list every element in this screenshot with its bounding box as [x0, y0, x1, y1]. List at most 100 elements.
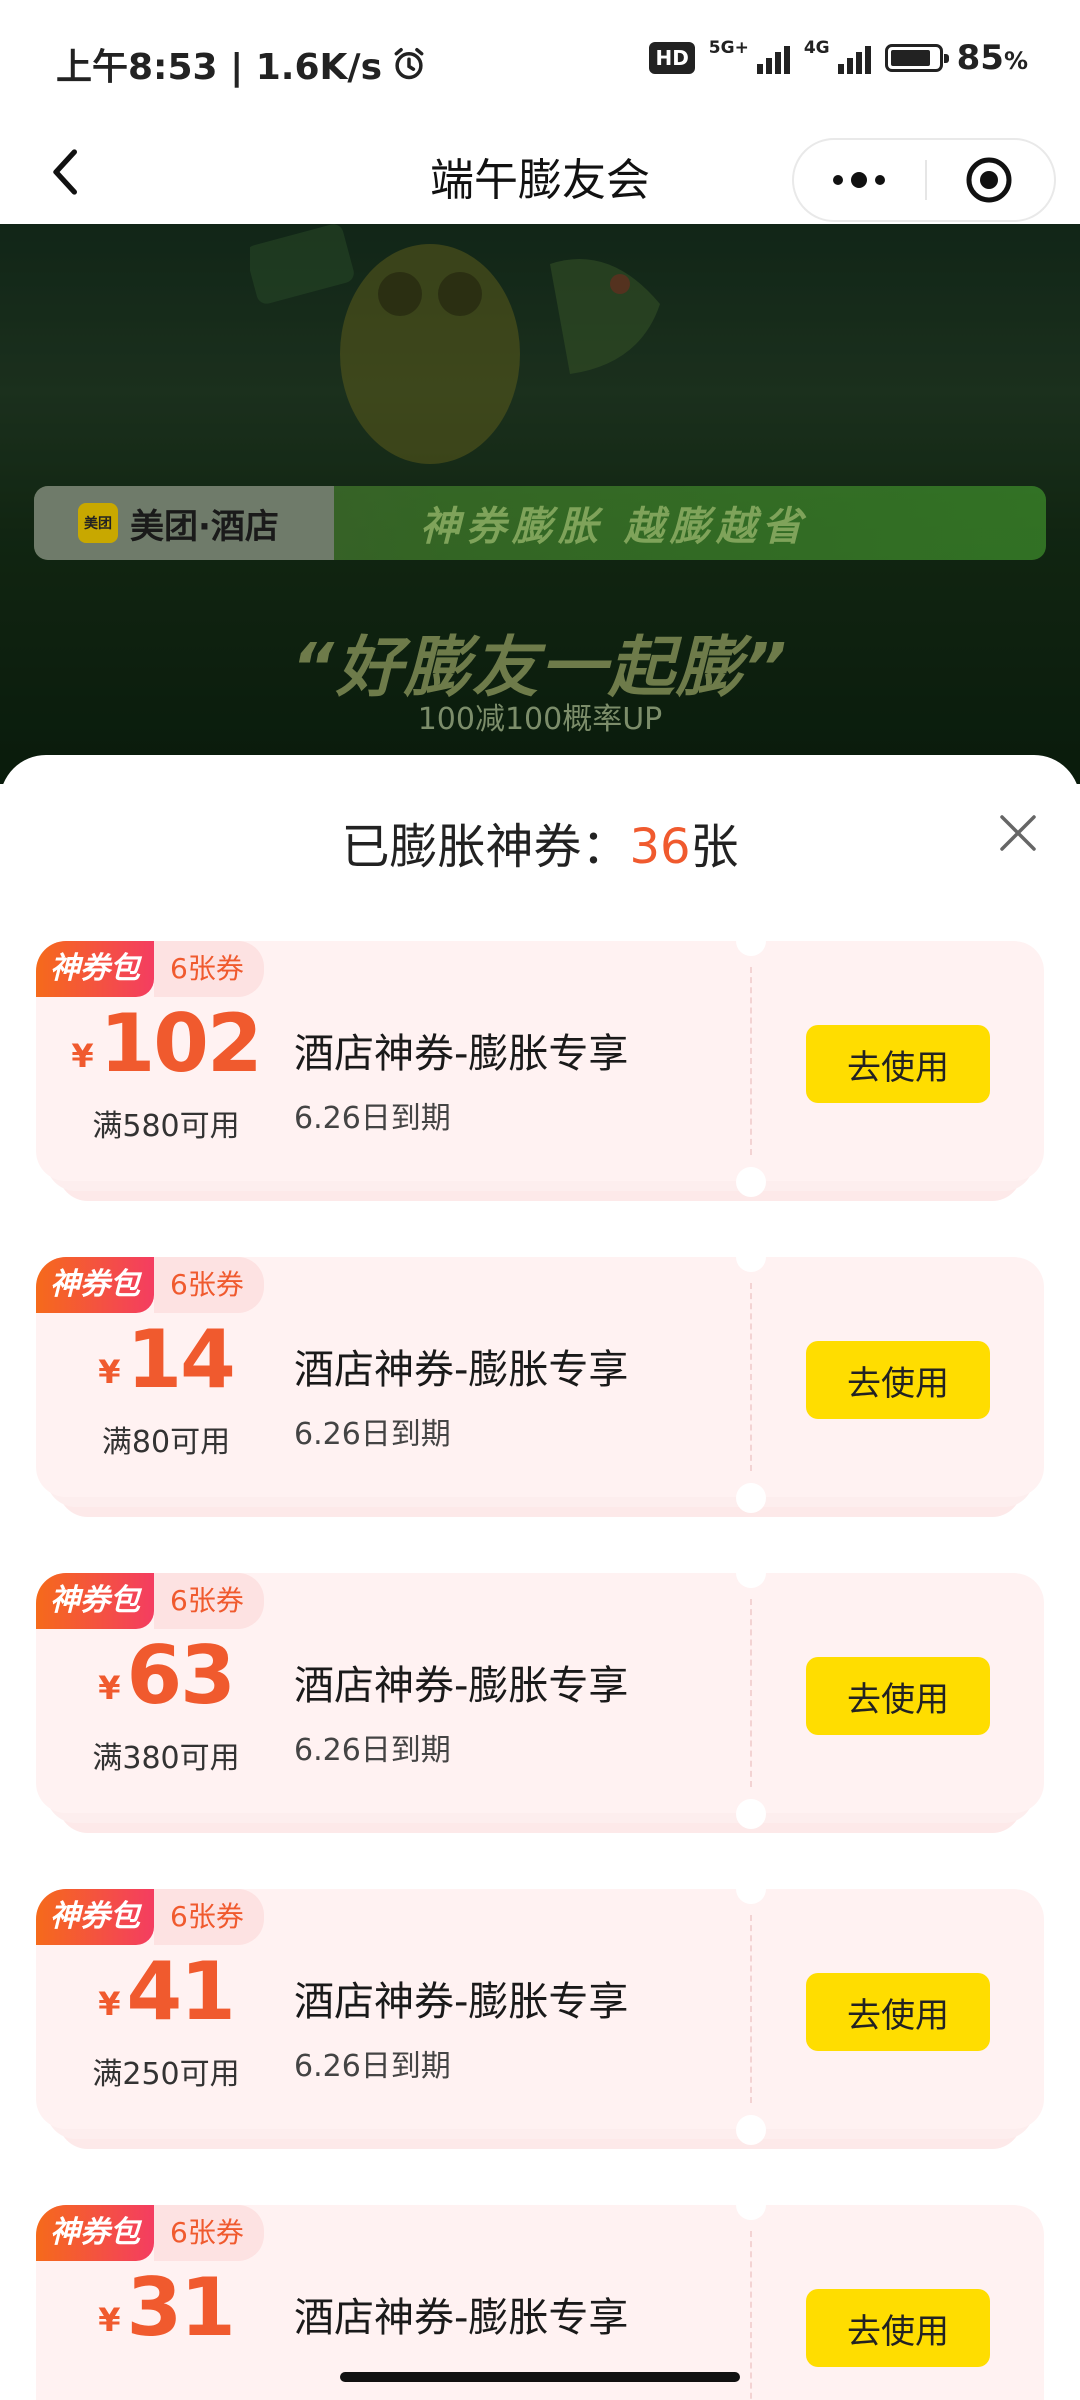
coupon-notch — [736, 1799, 766, 1829]
coupon-notch — [736, 2115, 766, 2145]
pack-tag: 神券包 6张券 — [36, 1257, 264, 1313]
coupon-sheet: 已膨胀神券：36张 神券包 6张券 ¥102 满580可用 酒店神券-膨胀专享 … — [0, 755, 1080, 2400]
use-coupon-button[interactable]: 去使用 — [806, 1025, 990, 1103]
amount-value: 14 — [126, 1313, 235, 1406]
coupon-divider — [750, 1283, 752, 1471]
coupon-title: 酒店神券-膨胀专享 — [294, 1979, 629, 2025]
pack-label: 神券包 — [36, 1889, 154, 1945]
mini-program-capsule — [792, 138, 1056, 222]
pack-label: 神券包 — [36, 2205, 154, 2261]
coupon-notch — [736, 1483, 766, 1513]
coupon-notch — [736, 1874, 766, 1904]
signal-5g-icon — [756, 42, 790, 74]
sheet-title: 已膨胀神券：36张 — [341, 819, 739, 875]
coupon-title: 酒店神券-膨胀专享 — [294, 1031, 629, 1077]
coupon-expiry: 6.26日到期 — [294, 1733, 451, 1768]
alarm-clock-icon — [390, 45, 428, 83]
coupon-amount: ¥63 — [46, 1629, 286, 1722]
signal-4g-icon — [837, 42, 871, 74]
close-x-icon — [1000, 815, 1036, 851]
coupon-condition: 满580可用 — [92, 1109, 240, 1144]
coupon-condition: 满250可用 — [92, 2057, 240, 2092]
coupon-expiry: 6.26日到期 — [294, 1417, 451, 1452]
currency-symbol: ¥ — [98, 1985, 121, 2023]
coupon-amount: ¥14 — [46, 1313, 286, 1406]
hd-badge: HD — [649, 42, 695, 74]
currency-symbol: ¥ — [98, 1669, 121, 1707]
brand-name: 美团·酒店 — [130, 506, 279, 547]
amount-value: 31 — [126, 2261, 235, 2354]
pack-label: 神券包 — [36, 1573, 154, 1629]
coupon-card: 神券包 6张券 ¥63 满380可用 酒店神券-膨胀专享 6.26日到期 去使用 — [36, 1558, 1044, 1853]
banner-subline: 100减100概率UP — [417, 702, 663, 737]
coupon-card: 神券包 6张券 ¥102 满580可用 酒店神券-膨胀专享 6.26日到期 去使… — [36, 926, 1044, 1221]
home-indicator[interactable] — [340, 2372, 740, 2382]
coupon-notch — [736, 1242, 766, 1272]
coupon-body: 神券包 6张券 ¥41 满250可用 酒店神券-膨胀专享 6.26日到期 去使用 — [36, 1874, 1044, 2145]
more-button[interactable] — [794, 140, 924, 220]
coupon-body: 神券包 6张券 ¥31 酒店神券-膨胀专享 去使用 — [36, 2190, 1044, 2400]
coupon-card: 神券包 6张券 ¥31 酒店神券-膨胀专享 去使用 — [36, 2190, 1044, 2400]
coupon-divider — [750, 1915, 752, 2103]
battery-icon — [884, 44, 949, 72]
status-right: HD 5G+ 4G 85% — [649, 38, 1028, 78]
status-bar: 上午8:53 | 1.6K/s HD 5G+ 4G 85% — [0, 0, 1080, 120]
nav-bar: 端午膨友会 — [0, 120, 1080, 224]
pack-label: 神券包 — [36, 1257, 154, 1313]
coupon-expiry: 6.26日到期 — [294, 2049, 451, 2084]
coupon-expiry: 6.26日到期 — [294, 1101, 451, 1136]
currency-symbol: ¥ — [71, 1037, 94, 1075]
network-5g-label: 5G+ — [708, 38, 749, 58]
amount-value: 63 — [126, 1629, 235, 1722]
coupon-body: 神券包 6张券 ¥14 满80可用 酒店神券-膨胀专享 6.26日到期 去使用 — [36, 1242, 1044, 1513]
currency-symbol: ¥ — [98, 1353, 121, 1391]
use-coupon-button[interactable]: 去使用 — [806, 1657, 990, 1735]
network-4g-label: 4G — [803, 38, 830, 58]
use-coupon-button[interactable]: 去使用 — [806, 2289, 990, 2367]
battery-fill — [890, 50, 930, 66]
coupon-body: 神券包 6张券 ¥102 满580可用 酒店神券-膨胀专享 6.26日到期 去使… — [36, 926, 1044, 1197]
pack-tag: 神券包 6张券 — [36, 941, 264, 997]
brand-logo: 美团 — [78, 503, 118, 543]
coupon-divider — [750, 967, 752, 1155]
more-dots-icon — [833, 175, 843, 185]
amount-value: 102 — [99, 997, 263, 1090]
coupon-divider — [750, 2231, 752, 2400]
coupon-title: 酒店神券-膨胀专享 — [294, 1347, 629, 1393]
brand-tag: 美团 美团·酒店 — [34, 486, 334, 560]
pack-count: 6张券 — [154, 1573, 264, 1629]
coupon-notch — [736, 2190, 766, 2220]
coupon-count: 36 — [629, 819, 691, 875]
coupon-notch — [736, 926, 766, 956]
use-coupon-button[interactable]: 去使用 — [806, 1341, 990, 1419]
brand-slogan: 神券膨胀 越膨越省 — [420, 504, 808, 550]
pack-tag: 神券包 6张券 — [36, 2205, 264, 2261]
battery-percent: 85% — [956, 38, 1028, 78]
pack-tag: 神券包 6张券 — [36, 1573, 264, 1629]
coupon-condition: 满380可用 — [92, 1741, 240, 1776]
coupon-body: 神券包 6张券 ¥63 满380可用 酒店神券-膨胀专享 6.26日到期 去使用 — [36, 1558, 1044, 1829]
use-coupon-button[interactable]: 去使用 — [806, 1973, 990, 2051]
currency-symbol: ¥ — [98, 2301, 121, 2339]
sheet-close-button[interactable] — [992, 807, 1044, 859]
coupon-divider — [750, 1599, 752, 1787]
coupon-title: 酒店神券-膨胀专享 — [294, 2295, 629, 2341]
close-mini-program-button[interactable] — [924, 140, 1054, 220]
pack-label: 神券包 — [36, 941, 154, 997]
target-circle-icon — [966, 157, 1012, 203]
coupon-card: 神券包 6张券 ¥41 满250可用 酒店神券-膨胀专享 6.26日到期 去使用 — [36, 1874, 1044, 2169]
pack-count: 6张券 — [154, 1257, 264, 1313]
coupon-card: 神券包 6张券 ¥14 满80可用 酒店神券-膨胀专享 6.26日到期 去使用 — [36, 1242, 1044, 1537]
coupon-title: 酒店神券-膨胀专享 — [294, 1663, 629, 1709]
coupon-notch — [736, 1167, 766, 1197]
pack-tag: 神券包 6张券 — [36, 1889, 264, 1945]
promo-banner: 美团 美团·酒店 神券膨胀 越膨越省 “好膨友一起膨” 100减100概率UP — [0, 224, 1080, 784]
coupon-amount: ¥41 — [46, 1945, 286, 2038]
pack-count: 6张券 — [154, 941, 264, 997]
coupon-amount: ¥102 — [46, 997, 286, 1090]
coupon-notch — [736, 1558, 766, 1588]
status-left: 上午8:53 | 1.6K/s — [56, 38, 428, 90]
status-time: 上午8:53 | 1.6K/s — [56, 47, 383, 88]
amount-value: 41 — [126, 1945, 235, 2038]
pack-count: 6张券 — [154, 1889, 264, 1945]
